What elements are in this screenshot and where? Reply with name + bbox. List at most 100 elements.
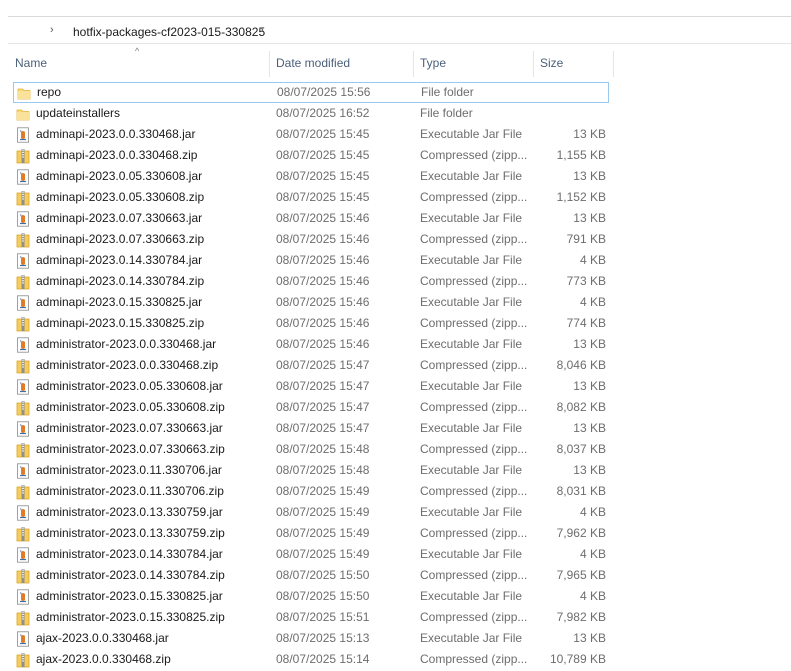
file-row[interactable]: adminapi-2023.0.14.330784.jar 08/07/2025 … — [12, 250, 614, 271]
file-row[interactable]: administrator-2023.0.05.330608.zip 08/07/… — [12, 397, 614, 418]
file-row[interactable]: adminapi-2023.0.0.330468.zip 08/07/2025 1… — [12, 145, 614, 166]
file-date-modified: 08/07/2025 15:46 — [276, 295, 370, 309]
file-type: Compressed (zipp... — [420, 148, 528, 162]
file-size: 7,962 KB — [556, 526, 606, 540]
file-size: 13 KB — [573, 337, 606, 351]
file-name: adminapi-2023.0.07.330663.jar — [36, 211, 203, 225]
column-divider[interactable] — [613, 51, 614, 77]
file-size: 4 KB — [579, 295, 606, 309]
file-row[interactable]: adminapi-2023.0.15.330825.zip 08/07/2025 … — [12, 313, 614, 334]
column-header-name[interactable]: Name — [15, 51, 47, 77]
file-row[interactable]: adminapi-2023.0.07.330663.zip 08/07/2025 … — [12, 229, 614, 250]
file-row[interactable]: administrator-2023.0.15.330825.zip 08/07/… — [12, 607, 614, 628]
file-row[interactable]: administrator-2023.0.07.330663.jar 08/07/… — [12, 418, 614, 439]
file-name: administrator-2023.0.14.330784.zip — [36, 568, 225, 582]
file-date-modified: 08/07/2025 15:56 — [277, 85, 371, 99]
file-date-modified: 08/07/2025 15:47 — [276, 358, 370, 372]
zip-file-icon — [16, 484, 30, 500]
file-row[interactable]: adminapi-2023.0.0.330468.jar 08/07/2025 1… — [12, 124, 614, 145]
column-header-row: Name ^ Date modified Type Size — [8, 46, 614, 77]
file-row[interactable]: administrator-2023.0.14.330784.jar 08/07/… — [12, 544, 614, 565]
file-date-modified: 08/07/2025 15:50 — [276, 589, 370, 603]
file-size: 773 KB — [566, 274, 606, 288]
file-row[interactable]: administrator-2023.0.13.330759.jar 08/07/… — [12, 502, 614, 523]
file-size: 13 KB — [573, 379, 606, 393]
file-name: administrator-2023.0.13.330759.zip — [36, 526, 225, 540]
file-row[interactable]: adminapi-2023.0.05.330608.jar 08/07/2025 … — [12, 166, 614, 187]
file-row[interactable]: adminapi-2023.0.05.330608.zip 08/07/2025 … — [12, 187, 614, 208]
zip-file-icon — [16, 610, 30, 626]
column-header-type[interactable]: Type — [420, 51, 446, 77]
breadcrumb-chevron-icon[interactable]: › — [260, 24, 264, 36]
jar-file-icon — [16, 631, 30, 647]
file-type: Compressed (zipp... — [420, 526, 528, 540]
breadcrumb-separator-icon[interactable]: › — [50, 24, 54, 36]
file-row[interactable]: administrator-2023.0.07.330663.zip 08/07/… — [12, 439, 614, 460]
file-date-modified: 08/07/2025 15:51 — [276, 610, 370, 624]
file-name: administrator-2023.0.05.330608.jar — [36, 379, 223, 393]
folder-icon — [16, 106, 30, 122]
file-row[interactable]: adminapi-2023.0.07.330663.jar 08/07/2025 … — [12, 208, 614, 229]
folder-row[interactable]: updateinstallers 08/07/2025 16:52 File fol… — [12, 103, 614, 124]
file-name: adminapi-2023.0.15.330825.zip — [36, 316, 205, 330]
file-type: Executable Jar File — [420, 421, 523, 435]
address-bar[interactable]: › hotfix-packages-cf2023-015-330825 › — [8, 22, 791, 44]
column-header-size[interactable]: Size — [540, 51, 563, 77]
zip-file-icon — [16, 148, 30, 164]
file-row[interactable]: administrator-2023.0.0.330468.zip 08/07/2… — [12, 355, 614, 376]
folder-row[interactable]: repo 08/07/2025 15:56 File folder — [13, 82, 609, 103]
column-divider[interactable] — [413, 51, 414, 77]
jar-file-icon — [16, 505, 30, 521]
file-name: administrator-2023.0.11.330706.zip — [36, 484, 224, 498]
zip-file-icon — [16, 190, 30, 206]
jar-file-icon — [16, 421, 30, 437]
file-row[interactable]: administrator-2023.0.05.330608.jar 08/07/… — [12, 376, 614, 397]
file-type: Compressed (zipp... — [420, 316, 528, 330]
file-row[interactable]: administrator-2023.0.14.330784.zip 08/07/… — [12, 565, 614, 586]
file-size: 4 KB — [579, 547, 606, 561]
file-type: Executable Jar File — [420, 127, 523, 141]
file-size: 1,152 KB — [556, 190, 606, 204]
file-name: ajax-2023.0.0.330468.zip — [36, 652, 171, 666]
file-type: Executable Jar File — [420, 379, 523, 393]
file-row[interactable]: adminapi-2023.0.14.330784.zip 08/07/2025 … — [12, 271, 614, 292]
file-date-modified: 08/07/2025 15:48 — [276, 442, 370, 456]
file-date-modified: 08/07/2025 15:48 — [276, 463, 370, 477]
jar-file-icon — [16, 463, 30, 479]
file-row[interactable]: ajax-2023.0.0.330468.zip 08/07/2025 15:14… — [12, 649, 614, 670]
file-row[interactable]: administrator-2023.0.15.330825.jar 08/07/… — [12, 586, 614, 607]
file-date-modified: 08/07/2025 15:49 — [276, 526, 370, 540]
file-date-modified: 08/07/2025 15:49 — [276, 484, 370, 498]
column-divider[interactable] — [269, 51, 270, 77]
file-type: Executable Jar File — [420, 211, 523, 225]
file-row[interactable]: ajax-2023.0.0.330468.jar 08/07/2025 15:13… — [12, 628, 614, 649]
file-name: administrator-2023.0.15.330825.jar — [36, 589, 223, 603]
zip-file-icon — [16, 316, 30, 332]
column-header-date-modified[interactable]: Date modified — [276, 51, 350, 77]
file-date-modified: 08/07/2025 15:47 — [276, 421, 370, 435]
file-row[interactable]: administrator-2023.0.13.330759.zip 08/07/… — [12, 523, 614, 544]
file-name: administrator-2023.0.15.330825.zip — [36, 610, 225, 624]
file-size: 13 KB — [573, 169, 606, 183]
file-size: 4 KB — [579, 253, 606, 267]
file-row[interactable]: administrator-2023.0.11.330706.zip 08/07/… — [12, 481, 614, 502]
file-type: File folder — [421, 85, 474, 99]
folder-icon — [17, 85, 31, 101]
column-divider[interactable] — [533, 51, 534, 77]
file-date-modified: 08/07/2025 15:13 — [276, 631, 370, 645]
file-name: ajax-2023.0.0.330468.jar — [36, 631, 169, 645]
file-size: 10,789 KB — [549, 652, 606, 666]
breadcrumb-current-folder[interactable]: hotfix-packages-cf2023-015-330825 — [73, 25, 265, 39]
jar-file-icon — [16, 337, 30, 353]
file-name: adminapi-2023.0.15.330825.jar — [36, 295, 203, 309]
file-type: Executable Jar File — [420, 169, 523, 183]
jar-file-icon — [16, 547, 30, 563]
file-row[interactable]: administrator-2023.0.11.330706.jar 08/07/… — [12, 460, 614, 481]
file-date-modified: 08/07/2025 15:47 — [276, 379, 370, 393]
file-row[interactable]: adminapi-2023.0.15.330825.jar 08/07/2025 … — [12, 292, 614, 313]
file-name: adminapi-2023.0.0.330468.jar — [36, 127, 196, 141]
file-row[interactable]: administrator-2023.0.0.330468.jar 08/07/2… — [12, 334, 614, 355]
zip-file-icon — [16, 526, 30, 542]
file-date-modified: 08/07/2025 15:46 — [276, 274, 370, 288]
file-size: 8,037 KB — [556, 442, 606, 456]
